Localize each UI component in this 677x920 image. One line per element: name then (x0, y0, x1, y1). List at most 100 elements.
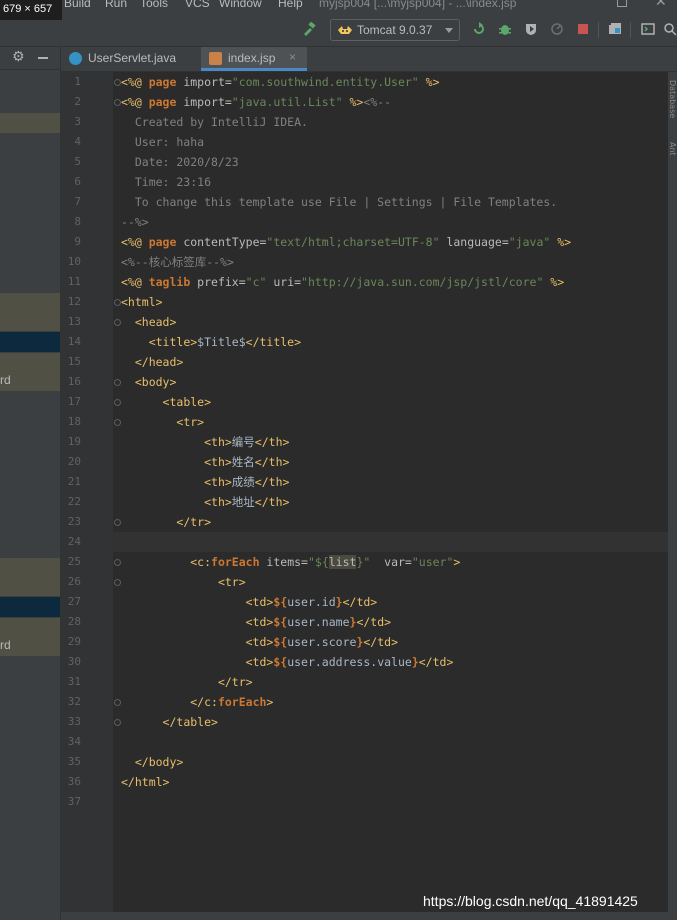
code-line[interactable]: <th>编号</th> (121, 432, 289, 452)
line-number: 33 (67, 715, 81, 728)
code-token: --%> (121, 215, 149, 229)
toolbar: Tomcat 9.0.37 (0, 14, 677, 47)
menu-vcs[interactable]: VCS (185, 0, 210, 10)
code-token: <td> (245, 595, 274, 609)
code-line[interactable]: <head> (121, 312, 177, 332)
menu-build[interactable]: Build (64, 0, 91, 10)
project-tree-row[interactable] (0, 113, 60, 133)
code-line[interactable]: <%@ page import="java.util.List" %><%-- (121, 92, 391, 112)
code-token: ${ (273, 635, 288, 649)
tab-index-jsp[interactable]: index.jsp × (201, 47, 307, 71)
fold-marker-icon[interactable] (114, 319, 121, 326)
code-line[interactable]: <%--核心标签库--%> (121, 252, 234, 272)
fold-marker-icon[interactable] (114, 379, 121, 386)
rerun-icon[interactable] (472, 22, 486, 36)
line-number: 29 (67, 635, 81, 648)
code-line[interactable]: --%> (121, 212, 149, 232)
code-line[interactable]: <td>${user.id}</td> (121, 592, 378, 612)
build-hammer-icon[interactable] (302, 22, 316, 36)
fold-marker-icon[interactable] (114, 399, 121, 406)
code-line[interactable]: <td>${user.name}</td> (121, 612, 391, 632)
code-token: To change this template use File | Setti… (121, 195, 558, 209)
code-line[interactable]: <c:forEach items="${list}" var="user"> (121, 552, 460, 572)
close-window-icon[interactable]: ✕ (655, 0, 667, 10)
code-line[interactable]: Time: 23:16 (121, 172, 211, 192)
code-line[interactable]: </table> (121, 712, 218, 732)
search-icon[interactable] (663, 22, 677, 36)
code-line[interactable]: </tr> (121, 512, 211, 532)
project-structure-icon[interactable] (608, 22, 622, 36)
code-token: </html> (121, 775, 170, 789)
ant-tool-button[interactable]: Ant (668, 142, 677, 172)
profile-icon[interactable] (550, 22, 564, 36)
code-line[interactable]: <tr> (121, 572, 246, 592)
code-line[interactable]: <th>成绩</th> (121, 472, 289, 492)
code-line[interactable]: User: haha (121, 132, 204, 152)
code-line[interactable]: <title>$Title$</title> (121, 332, 301, 352)
code-line[interactable]: <td>${user.address.value}</td> (121, 652, 454, 672)
menu-help[interactable]: Help (278, 0, 303, 10)
debug-bug-icon[interactable] (498, 22, 512, 36)
menu-window[interactable]: Window (219, 0, 262, 10)
gear-icon[interactable]: ⚙ (12, 49, 25, 65)
menu-tools[interactable]: Tools (140, 0, 168, 10)
code-line[interactable]: </body> (121, 752, 183, 772)
code-line[interactable]: <%@ page contentType="text/html;charset=… (121, 232, 571, 252)
fold-marker-icon[interactable] (114, 299, 121, 306)
code-line[interactable]: <td>${user.score}</td> (121, 632, 398, 652)
maximize-icon[interactable] (617, 0, 627, 7)
project-tree-row[interactable]: rd (0, 618, 60, 656)
run-configuration-select[interactable]: Tomcat 9.0.37 (330, 19, 460, 41)
project-tree-row-selected[interactable] (0, 332, 60, 352)
code-line[interactable]: Created by IntelliJ IDEA. (121, 112, 308, 132)
code-line[interactable]: </head> (121, 352, 183, 372)
code-area[interactable]: <%@ page import="com.southwind.entity.Us… (121, 72, 661, 912)
minimize-icon[interactable] (38, 57, 48, 59)
fold-marker-icon[interactable] (114, 519, 121, 526)
code-line[interactable]: <table> (121, 392, 211, 412)
code-line[interactable]: </c:forEach> (121, 692, 273, 712)
fold-marker-icon[interactable] (114, 419, 121, 426)
project-tree-row[interactable] (0, 558, 60, 596)
project-tree-row[interactable] (0, 293, 60, 331)
code-token: "text/html;charset=UTF-8" (266, 235, 440, 249)
close-tab-icon[interactable]: × (289, 50, 296, 64)
code-line[interactable]: <%@ page import="com.southwind.entity.Us… (121, 72, 440, 92)
fold-marker-icon[interactable] (114, 719, 121, 726)
code-token: > (266, 695, 274, 709)
code-line[interactable]: <th>地址</th> (121, 492, 289, 512)
code-line[interactable]: <html> (121, 292, 163, 312)
code-line[interactable]: </html> (121, 772, 169, 792)
project-tree-row[interactable]: rd (0, 353, 60, 391)
line-number: 15 (67, 355, 81, 368)
project-tree-row-selected[interactable] (0, 597, 60, 617)
menu-run[interactable]: Run (105, 0, 127, 10)
line-number: 35 (67, 755, 81, 768)
fold-marker-icon[interactable] (114, 99, 121, 106)
code-line[interactable]: <tr> (121, 412, 204, 432)
code-editor[interactable]: 1 2 3 4 5 6 7 8 9 10 11 12 13 14 15 16 17 18 19 20 21 22 23 24 2… (61, 72, 668, 912)
code-line[interactable]: <body> (121, 372, 177, 392)
terminal-icon[interactable] (641, 22, 655, 36)
code-line[interactable]: To change this template use File | Setti… (121, 192, 557, 212)
stop-icon[interactable] (576, 22, 590, 36)
code-line[interactable]: </tr> (121, 672, 253, 692)
fold-marker-icon[interactable] (114, 559, 121, 566)
code-token: page (148, 95, 184, 109)
status-bar (61, 912, 677, 920)
fold-marker-icon[interactable] (114, 79, 121, 86)
database-tool-button[interactable]: Database (668, 80, 677, 130)
line-number: 28 (67, 615, 81, 628)
tomcat-icon (338, 26, 352, 34)
run-with-coverage-icon[interactable] (524, 22, 538, 36)
fold-marker-icon[interactable] (114, 699, 121, 706)
code-line[interactable]: <%@ taglib prefix="c" uri="http://java.s… (121, 272, 564, 292)
fold-marker-icon[interactable] (114, 579, 121, 586)
code-line[interactable]: Date: 2020/8/23 (121, 152, 239, 172)
code-token: </c: (190, 695, 218, 709)
code-line[interactable]: <th>姓名</th> (121, 452, 289, 472)
tab-userservlet-java[interactable]: UserServlet.java (61, 47, 200, 71)
code-token: Time: 23:16 (121, 175, 212, 189)
